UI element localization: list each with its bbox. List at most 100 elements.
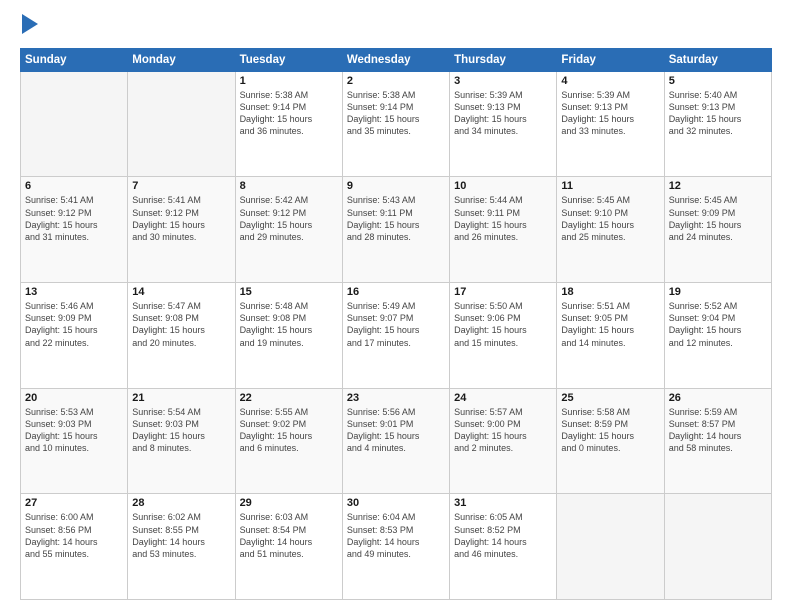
calendar-day-cell: 13Sunrise: 5:46 AM Sunset: 9:09 PM Dayli…: [21, 283, 128, 389]
day-info: Sunrise: 5:52 AM Sunset: 9:04 PM Dayligh…: [669, 300, 767, 349]
day-number: 2: [347, 75, 445, 87]
weekday-header: Tuesday: [235, 48, 342, 71]
calendar-day-cell: 27 Sunrise: 6:00 AM Sunset: 8:56 PM Dayli…: [21, 494, 128, 600]
day-info: Sunrise: 5:55 AM Sunset: 9:02 PM Dayligh…: [240, 406, 338, 455]
day-number: 10: [454, 180, 552, 192]
calendar-week-row: 13Sunrise: 5:46 AM Sunset: 9:09 PM Dayli…: [21, 283, 772, 389]
weekday-header: Monday: [128, 48, 235, 71]
day-number: 1: [240, 75, 338, 87]
calendar-week-row: 6Sunrise: 5:41 AM Sunset: 9:12 PM Daylig…: [21, 177, 772, 283]
day-info: Sunrise: 5:41 AM Sunset: 9:12 PM Dayligh…: [132, 194, 230, 243]
calendar-day-cell: 15Sunrise: 5:48 AM Sunset: 9:08 PM Dayli…: [235, 283, 342, 389]
day-number: 30: [347, 497, 445, 509]
day-number: 5: [669, 75, 767, 87]
calendar-day-cell: 22 Sunrise: 5:55 AM Sunset: 9:02 PM Dayli…: [235, 388, 342, 494]
day-info: Sunrise: 6:05 AM Sunset: 8:52 PM Dayligh…: [454, 511, 552, 560]
day-info: Sunrise: 5:38 AM Sunset: 9:14 PM Dayligh…: [347, 89, 445, 138]
calendar-week-row: 1 Sunrise: 5:38 AM Sunset: 9:14 PM Daylig…: [21, 71, 772, 177]
day-info: Sunrise: 5:38 AM Sunset: 9:14 PM Dayligh…: [240, 89, 338, 138]
logo-arrow-icon: [22, 14, 38, 34]
day-number: 7: [132, 180, 230, 192]
calendar-week-row: 27 Sunrise: 6:00 AM Sunset: 8:56 PM Dayli…: [21, 494, 772, 600]
calendar-day-cell: 8 Sunrise: 5:42 AM Sunset: 9:12 PM Daylig…: [235, 177, 342, 283]
calendar-day-cell: 30Sunrise: 6:04 AM Sunset: 8:53 PM Dayli…: [342, 494, 449, 600]
calendar-day-cell: 31 Sunrise: 6:05 AM Sunset: 8:52 PM Dayli…: [450, 494, 557, 600]
calendar-day-cell: 1 Sunrise: 5:38 AM Sunset: 9:14 PM Daylig…: [235, 71, 342, 177]
weekday-header: Wednesday: [342, 48, 449, 71]
day-info: Sunrise: 5:40 AM Sunset: 9:13 PM Dayligh…: [669, 89, 767, 138]
calendar-table: SundayMondayTuesdayWednesdayThursdayFrid…: [20, 48, 772, 600]
logo: [20, 18, 38, 38]
day-info: Sunrise: 5:56 AM Sunset: 9:01 PM Dayligh…: [347, 406, 445, 455]
calendar-day-cell: 18 Sunrise: 5:51 AM Sunset: 9:05 PM Dayli…: [557, 283, 664, 389]
day-info: Sunrise: 5:50 AM Sunset: 9:06 PM Dayligh…: [454, 300, 552, 349]
calendar-day-cell: 23Sunrise: 5:56 AM Sunset: 9:01 PM Dayli…: [342, 388, 449, 494]
day-info: Sunrise: 5:39 AM Sunset: 9:13 PM Dayligh…: [561, 89, 659, 138]
calendar-day-cell: 16 Sunrise: 5:49 AM Sunset: 9:07 PM Dayli…: [342, 283, 449, 389]
calendar-header-row: SundayMondayTuesdayWednesdayThursdayFrid…: [21, 48, 772, 71]
day-number: 13: [25, 286, 123, 298]
day-info: Sunrise: 5:54 AM Sunset: 9:03 PM Dayligh…: [132, 406, 230, 455]
day-number: 25: [561, 392, 659, 404]
calendar-day-cell: 4Sunrise: 5:39 AM Sunset: 9:13 PM Daylig…: [557, 71, 664, 177]
day-number: 8: [240, 180, 338, 192]
day-number: 26: [669, 392, 767, 404]
calendar-day-cell: 6Sunrise: 5:41 AM Sunset: 9:12 PM Daylig…: [21, 177, 128, 283]
day-number: 19: [669, 286, 767, 298]
calendar-day-cell: 11Sunrise: 5:45 AM Sunset: 9:10 PM Dayli…: [557, 177, 664, 283]
day-number: 31: [454, 497, 552, 509]
day-info: Sunrise: 5:44 AM Sunset: 9:11 PM Dayligh…: [454, 194, 552, 243]
day-number: 18: [561, 286, 659, 298]
day-info: Sunrise: 5:39 AM Sunset: 9:13 PM Dayligh…: [454, 89, 552, 138]
calendar-day-cell: 21 Sunrise: 5:54 AM Sunset: 9:03 PM Dayli…: [128, 388, 235, 494]
day-info: Sunrise: 5:45 AM Sunset: 9:09 PM Dayligh…: [669, 194, 767, 243]
day-info: Sunrise: 5:57 AM Sunset: 9:00 PM Dayligh…: [454, 406, 552, 455]
day-number: 17: [454, 286, 552, 298]
day-number: 12: [669, 180, 767, 192]
day-info: Sunrise: 5:53 AM Sunset: 9:03 PM Dayligh…: [25, 406, 123, 455]
day-number: 21: [132, 392, 230, 404]
day-info: Sunrise: 5:43 AM Sunset: 9:11 PM Dayligh…: [347, 194, 445, 243]
day-info: Sunrise: 5:49 AM Sunset: 9:07 PM Dayligh…: [347, 300, 445, 349]
weekday-header: Thursday: [450, 48, 557, 71]
calendar-day-cell: 3Sunrise: 5:39 AM Sunset: 9:13 PM Daylig…: [450, 71, 557, 177]
day-number: 27: [25, 497, 123, 509]
day-number: 24: [454, 392, 552, 404]
day-number: 22: [240, 392, 338, 404]
calendar-day-cell: 17 Sunrise: 5:50 AM Sunset: 9:06 PM Dayli…: [450, 283, 557, 389]
weekday-header: Friday: [557, 48, 664, 71]
day-info: Sunrise: 6:00 AM Sunset: 8:56 PM Dayligh…: [25, 511, 123, 560]
page: SundayMondayTuesdayWednesdayThursdayFrid…: [0, 0, 792, 612]
day-info: Sunrise: 5:51 AM Sunset: 9:05 PM Dayligh…: [561, 300, 659, 349]
header: [20, 18, 772, 38]
weekday-header: Sunday: [21, 48, 128, 71]
calendar-day-cell: 2 Sunrise: 5:38 AM Sunset: 9:14 PM Daylig…: [342, 71, 449, 177]
day-info: Sunrise: 5:47 AM Sunset: 9:08 PM Dayligh…: [132, 300, 230, 349]
weekday-header: Saturday: [664, 48, 771, 71]
day-info: Sunrise: 5:58 AM Sunset: 8:59 PM Dayligh…: [561, 406, 659, 455]
day-number: 9: [347, 180, 445, 192]
day-number: 28: [132, 497, 230, 509]
day-number: 15: [240, 286, 338, 298]
calendar-day-cell: 20 Sunrise: 5:53 AM Sunset: 9:03 PM Dayli…: [21, 388, 128, 494]
day-info: Sunrise: 5:41 AM Sunset: 9:12 PM Dayligh…: [25, 194, 123, 243]
calendar-day-cell: 7 Sunrise: 5:41 AM Sunset: 9:12 PM Daylig…: [128, 177, 235, 283]
calendar-day-cell: 10 Sunrise: 5:44 AM Sunset: 9:11 PM Dayli…: [450, 177, 557, 283]
calendar-day-cell: [664, 494, 771, 600]
calendar-day-cell: 25 Sunrise: 5:58 AM Sunset: 8:59 PM Dayli…: [557, 388, 664, 494]
calendar-day-cell: 5 Sunrise: 5:40 AM Sunset: 9:13 PM Daylig…: [664, 71, 771, 177]
calendar-day-cell: [557, 494, 664, 600]
day-info: Sunrise: 5:59 AM Sunset: 8:57 PM Dayligh…: [669, 406, 767, 455]
calendar-day-cell: 24 Sunrise: 5:57 AM Sunset: 9:00 PM Dayli…: [450, 388, 557, 494]
day-number: 16: [347, 286, 445, 298]
day-info: Sunrise: 5:42 AM Sunset: 9:12 PM Dayligh…: [240, 194, 338, 243]
calendar-day-cell: 9 Sunrise: 5:43 AM Sunset: 9:11 PM Daylig…: [342, 177, 449, 283]
calendar-day-cell: 19 Sunrise: 5:52 AM Sunset: 9:04 PM Dayli…: [664, 283, 771, 389]
calendar-day-cell: 28Sunrise: 6:02 AM Sunset: 8:55 PM Dayli…: [128, 494, 235, 600]
calendar-day-cell: [128, 71, 235, 177]
calendar-day-cell: [21, 71, 128, 177]
day-info: Sunrise: 6:03 AM Sunset: 8:54 PM Dayligh…: [240, 511, 338, 560]
calendar-week-row: 20 Sunrise: 5:53 AM Sunset: 9:03 PM Dayli…: [21, 388, 772, 494]
day-info: Sunrise: 5:45 AM Sunset: 9:10 PM Dayligh…: [561, 194, 659, 243]
day-number: 20: [25, 392, 123, 404]
